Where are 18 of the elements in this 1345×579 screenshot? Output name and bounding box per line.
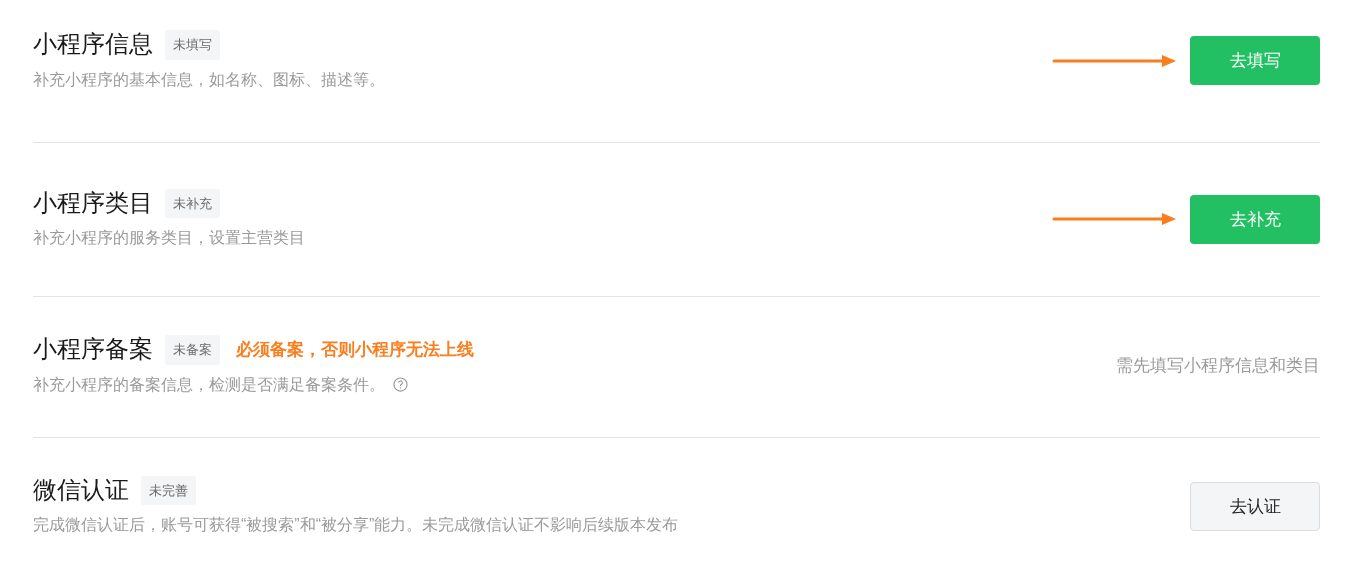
section-title: 小程序信息 [33,30,153,60]
help-icon[interactable] [393,377,408,392]
warning-text: 必须备案，否则小程序无法上线 [236,339,474,361]
status-tag: 未补充 [165,188,220,218]
prerequisite-note: 需先填写小程序信息和类目 [1116,355,1320,377]
status-tag: 未备案 [165,335,220,365]
status-tag: 未填写 [165,30,220,60]
section-title: 微信认证 [33,475,129,505]
section-title: 小程序备案 [33,335,153,365]
section-description: 补充小程序的服务类目，设置主营类目 [33,228,305,248]
section-description: 完成微信认证后，账号可获得“被搜索”和“被分享”能力。未完成微信认证不影响后续版本发布 [33,515,679,535]
section-description: 补充小程序的备案信息，检测是否满足备案条件。 [33,374,385,395]
status-tag: 未完善 [141,475,196,505]
section-description: 补充小程序的基本信息，如名称、图标、描述等。 [33,69,385,90]
action-button[interactable]: 去认证 [1190,481,1320,531]
action-button[interactable]: 去补充 [1190,194,1320,244]
section-title: 小程序类目 [33,188,153,218]
action-button[interactable]: 去填写 [1190,36,1320,86]
